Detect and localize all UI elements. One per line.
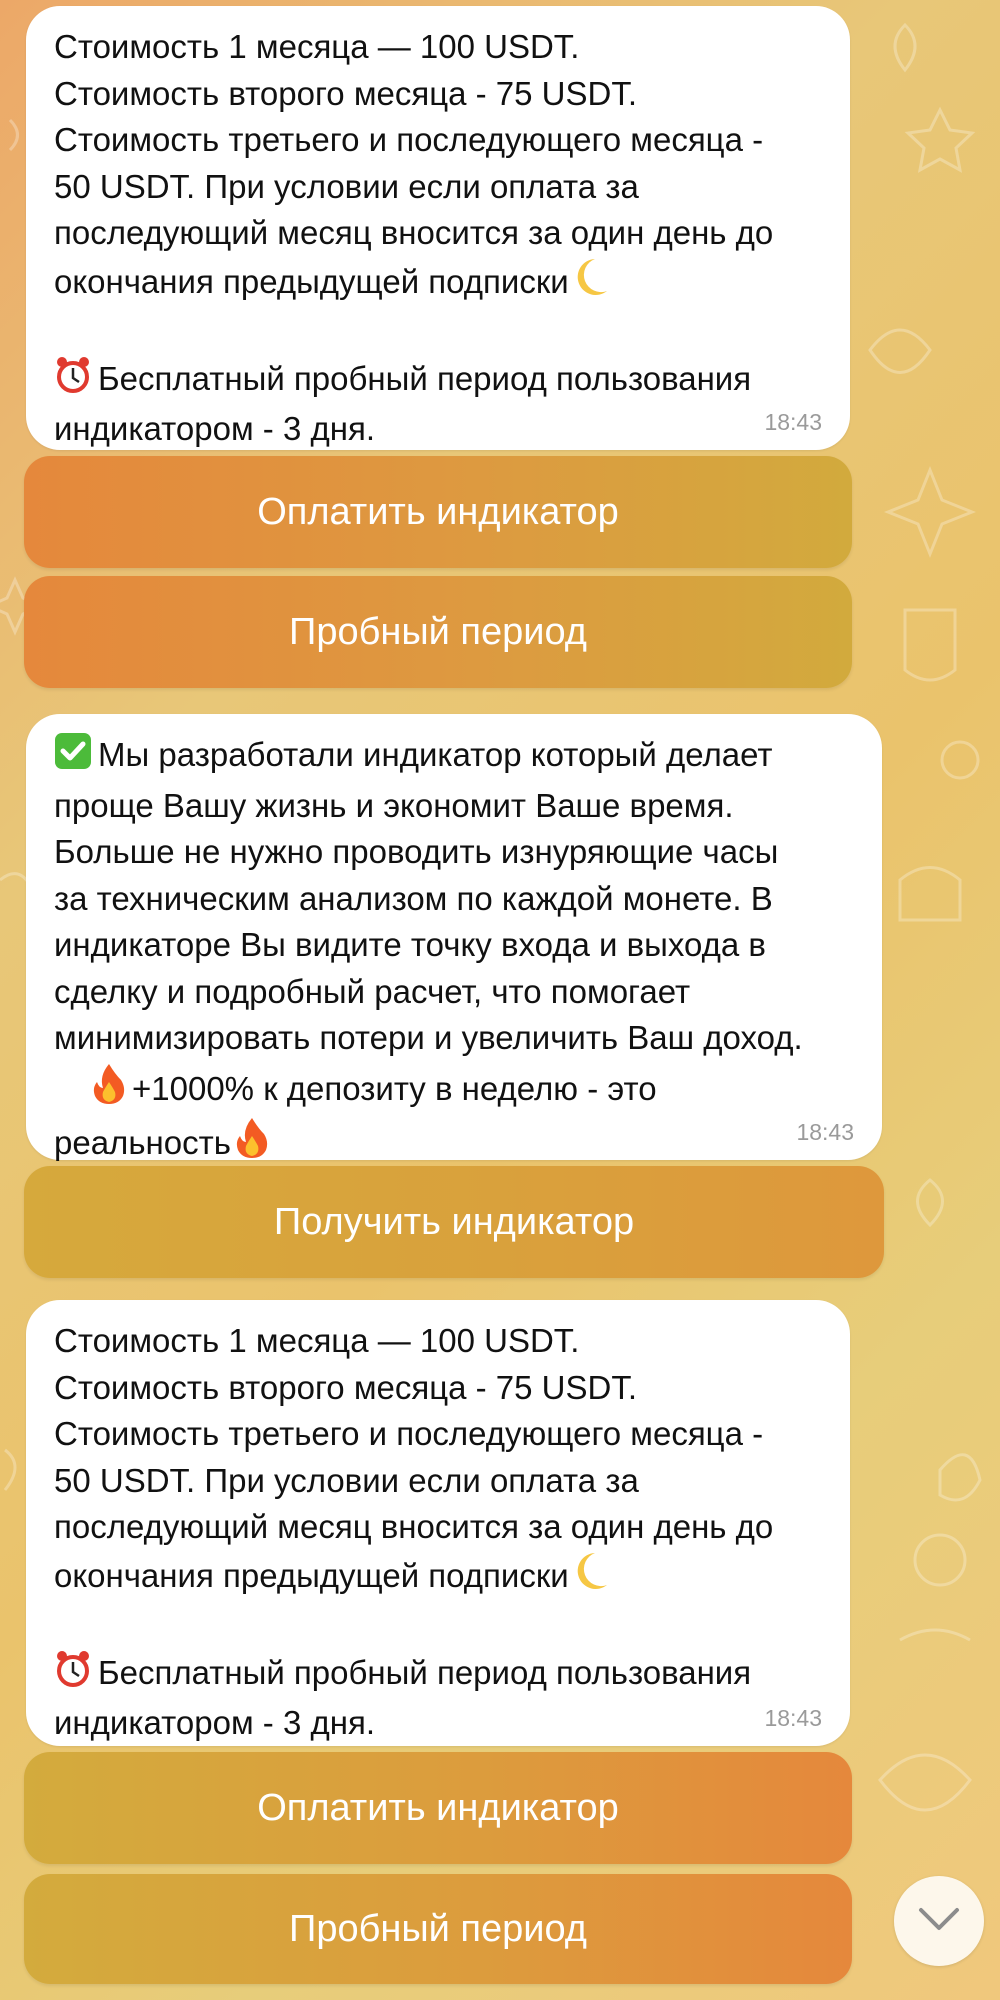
message-line: окончания предыдущей подписки (54, 257, 820, 310)
message-line: индикатором - 3 дня. (54, 410, 375, 447)
get-indicator-button-label: Получить индикатор (273, 1200, 635, 1243)
alarm-clock-icon (54, 356, 92, 407)
pay-indicator-button[interactable]: Оплатить индикатор (24, 1752, 852, 1864)
message-line: Стоимость второго месяца - 75 USDT. (54, 1368, 638, 1406)
message-line: реальность (54, 1116, 852, 1171)
message-line: Стоимость 1 месяца — 100 USDT. (54, 28, 580, 65)
alarm-clock-icon (54, 1650, 92, 1701)
message-line: сделку и подробный расчет, что помогает (54, 972, 691, 1010)
message-bubble-pricing-2: Стоимость 1 месяца — 100 USDT. Стоимость… (26, 1300, 850, 1746)
message-bubble-indicator: Мы разработали индикатор который делает … (26, 714, 882, 1161)
trial-period-button-label: Пробный период (289, 1907, 587, 1950)
crescent-moon-icon (573, 1551, 609, 1604)
trial-period-button[interactable]: Пробный период (24, 576, 852, 688)
message-line-text: окончания предыдущей подписки (54, 262, 569, 300)
message-line: 50 USDT. При условии если оплата за (54, 1461, 639, 1499)
message-line: 50 USDT. При условии если оплата за (54, 167, 639, 205)
fire-icon (235, 1116, 269, 1171)
message-line: Мы разработали индикатор который делает (54, 732, 852, 783)
message-text: Стоимость 1 месяца — 100 USDT. Стоимость… (54, 1318, 820, 1747)
message-line: Бесплатный пробный период пользования (54, 356, 820, 407)
message-line-text: окончания предыдущей подписки (54, 1556, 569, 1594)
message-line-text: Мы разработали индикатор который делает (98, 736, 773, 773)
message-line: за техническим анализом по каждой монете… (54, 879, 773, 917)
pay-indicator-button-label: Оплатить индикатор (257, 490, 619, 533)
message-line: минимизировать потери и увеличить Ваш до… (54, 1019, 803, 1056)
get-indicator-button[interactable]: Получить индикатор (24, 1166, 884, 1278)
message-line: окончания предыдущей подписки (54, 1551, 820, 1604)
trial-period-button[interactable]: Пробный период (24, 1874, 852, 1984)
message-line: последующий месяц вносится за один день … (54, 214, 774, 251)
scroll-to-bottom-button[interactable] (894, 1876, 984, 1966)
fire-icon (92, 1062, 126, 1117)
crescent-moon-icon (573, 257, 609, 310)
message-line: Стоимость третьего и последующего месяца… (54, 1415, 764, 1452)
message-line: Стоимость третьего и последующего месяца… (54, 121, 764, 158)
message-line: Больше не нужно проводить изнуряющие час… (54, 833, 779, 870)
message-text: Мы разработали индикатор который делает … (54, 732, 852, 1171)
message-line-text: Бесплатный пробный период пользования (98, 1653, 752, 1691)
message-line-text: Бесплатный пробный период пользования (98, 359, 752, 397)
trial-period-button-label: Пробный период (289, 610, 587, 653)
message-line: индикатором - 3 дня. (54, 1704, 375, 1741)
message-line: индикаторе Вы видите точку входа и выход… (54, 926, 766, 963)
message-line: Бесплатный пробный период пользования (54, 1650, 820, 1701)
message-line: последующий месяц вносится за один день … (54, 1508, 774, 1545)
message-line: Стоимость второго месяца - 75 USDT. (54, 74, 638, 112)
message-line: +1000% к депозиту в неделю - это (54, 1062, 852, 1117)
message-time: 18:43 (796, 1119, 854, 1145)
message-line-empty (54, 1603, 820, 1650)
message-line-text: реальность (54, 1124, 231, 1161)
chevron-down-icon (917, 1906, 961, 1937)
message-time: 18:43 (764, 409, 822, 435)
message-text: Стоимость 1 месяца — 100 USDT. Стоимость… (54, 24, 820, 453)
message-line: Стоимость 1 месяца — 100 USDT. (54, 1322, 580, 1359)
message-line-empty (54, 309, 820, 356)
message-line-text: +1000% к депозиту в неделю - это (132, 1069, 657, 1107)
pay-indicator-button-label: Оплатить индикатор (257, 1786, 619, 1829)
message-time: 18:43 (764, 1705, 822, 1731)
check-mark-icon (54, 732, 92, 783)
message-line: проще Вашу жизнь и экономит Ваше время. (54, 786, 734, 824)
pay-indicator-button[interactable]: Оплатить индикатор (24, 456, 852, 568)
message-bubble-pricing-1: Стоимость 1 месяца — 100 USDT. Стоимость… (26, 6, 850, 450)
